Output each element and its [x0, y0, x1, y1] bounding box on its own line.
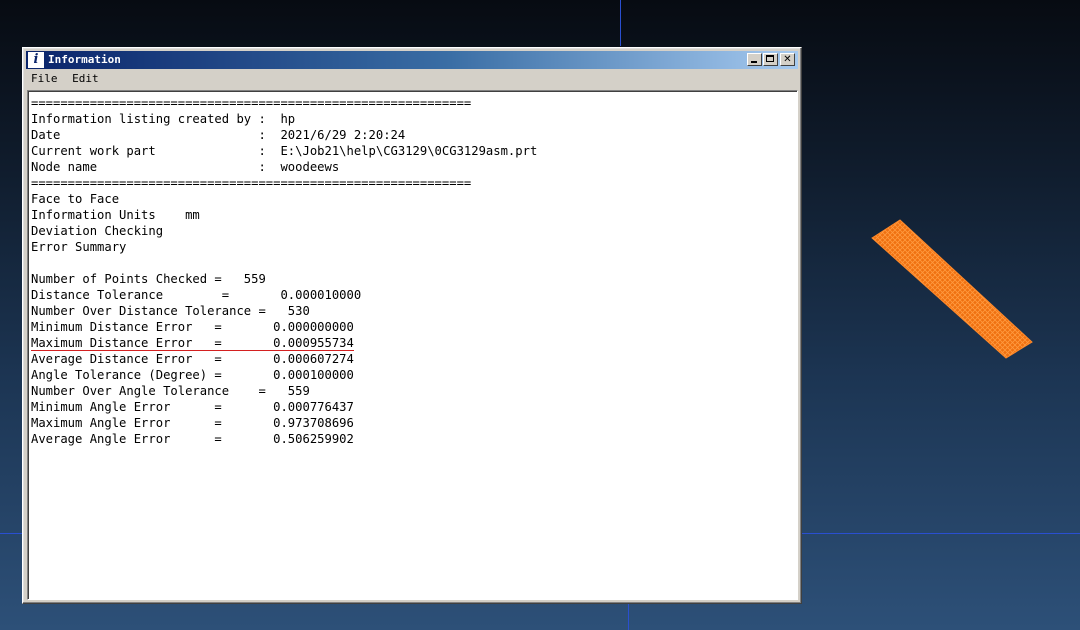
listing-line: Face to Face — [31, 191, 537, 207]
listing-line: Minimum Angle Error = 0.000776437 — [31, 399, 537, 415]
listing-line: Number Over Distance Tolerance = 530 — [31, 303, 537, 319]
listing-line-text: Face to Face — [31, 192, 120, 206]
information-listing: ========================================… — [31, 95, 537, 447]
listing-line-text: Number Over Distance Tolerance = 530 — [31, 304, 310, 318]
listing-line: Number Over Angle Tolerance = 559 — [31, 383, 537, 399]
minimize-icon — [751, 61, 757, 63]
menu-bar: File Edit — [26, 70, 798, 88]
listing-line-text: Maximum Angle Error = 0.973708696 — [31, 416, 354, 430]
axis-line-vertical — [620, 0, 621, 46]
listing-line: Information listing created by : hp — [31, 111, 537, 127]
listing-line-text: Number Over Angle Tolerance = 559 — [31, 384, 310, 398]
listing-line-text: Angle Tolerance (Degree) = 0.000100000 — [31, 368, 354, 382]
listing-line-text: Node name : woodeews — [31, 160, 340, 174]
listing-line: Current work part : E:\Job21\help\CG3129… — [31, 143, 537, 159]
listing-line-text: Information Units mm — [31, 208, 200, 222]
listing-line: Number of Points Checked = 559 — [31, 271, 537, 287]
axis-line-vertical-bottom — [628, 604, 629, 630]
listing-line-text: ========================================… — [31, 96, 472, 110]
information-window[interactable]: i Information ✕ File Edit ==============… — [22, 47, 802, 604]
maximize-button[interactable] — [763, 53, 778, 66]
information-listing-area[interactable]: ========================================… — [27, 90, 798, 600]
maximize-icon — [766, 55, 774, 62]
listing-line: ========================================… — [31, 95, 537, 111]
listing-line-text: Minimum Angle Error = 0.000776437 — [31, 400, 354, 414]
listing-line: Distance Tolerance = 0.000010000 — [31, 287, 537, 303]
close-icon: ✕ — [783, 54, 792, 65]
listing-line: Node name : woodeews — [31, 159, 537, 175]
listing-line: Error Summary — [31, 239, 537, 255]
listing-line-text: Minimum Distance Error = 0.000000000 — [31, 320, 354, 334]
listing-line: Minimum Distance Error = 0.000000000 — [31, 319, 537, 335]
listing-line-text: Average Distance Error = 0.000607274 — [31, 352, 354, 366]
listing-line-text: Average Angle Error = 0.506259902 — [31, 432, 354, 446]
axis-line-horizontal-right — [802, 533, 1080, 534]
info-icon: i — [28, 52, 44, 68]
listing-line-text: ========================================… — [31, 176, 472, 190]
listing-line: Average Angle Error = 0.506259902 — [31, 431, 537, 447]
menu-file[interactable]: File — [26, 70, 61, 88]
listing-line-text: Date : 2021/6/29 2:20:24 — [31, 128, 406, 142]
listing-line: Angle Tolerance (Degree) = 0.000100000 — [31, 367, 537, 383]
listing-line: Information Units mm — [31, 207, 537, 223]
menu-edit[interactable]: Edit — [67, 70, 102, 88]
listing-line-text: Information listing created by : hp — [31, 112, 296, 126]
listing-line: Maximum Angle Error = 0.973708696 — [31, 415, 537, 431]
window-title: Information — [48, 53, 121, 66]
listing-line: Maximum Distance Error = 0.000955734 — [31, 335, 537, 351]
listing-line-text: Number of Points Checked = 559 — [31, 272, 266, 286]
title-bar[interactable]: i Information ✕ — [26, 51, 798, 69]
listing-line-text: Maximum Distance Error = 0.000955734 — [31, 336, 354, 351]
axis-line-horizontal-left — [0, 533, 22, 534]
listing-line: ========================================… — [31, 175, 537, 191]
listing-line: Date : 2021/6/29 2:20:24 — [31, 127, 537, 143]
listing-line-text: Current work part : E:\Job21\help\CG3129… — [31, 144, 538, 158]
listing-line: Deviation Checking — [31, 223, 537, 239]
listing-line-text: Deviation Checking — [31, 224, 164, 238]
close-button[interactable]: ✕ — [780, 53, 795, 66]
listing-line-text: Distance Tolerance = 0.000010000 — [31, 288, 362, 302]
part-model-mesh[interactable] — [860, 210, 1050, 370]
minimize-button[interactable] — [747, 53, 762, 66]
listing-line: Average Distance Error = 0.000607274 — [31, 351, 537, 367]
listing-line — [31, 255, 537, 271]
listing-line-text: Error Summary — [31, 240, 127, 254]
